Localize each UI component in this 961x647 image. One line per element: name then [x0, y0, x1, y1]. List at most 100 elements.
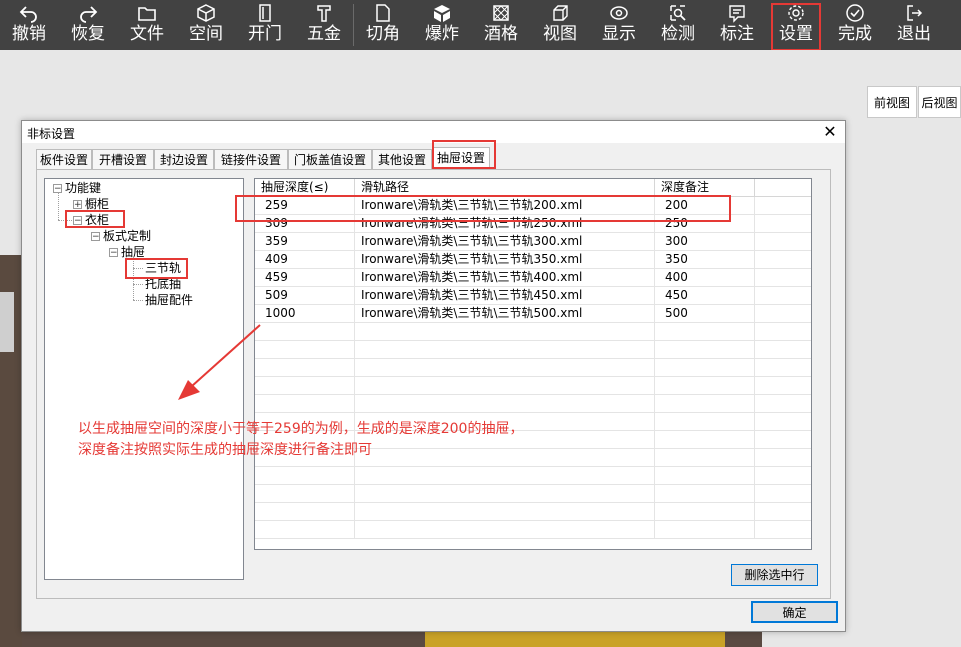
cell-rail-path[interactable] — [355, 521, 655, 539]
cell-depth-note[interactable] — [655, 449, 755, 467]
cell-rail-path[interactable] — [355, 485, 655, 503]
cell-rail-path[interactable]: Ironware\滑轨类\三节轨\三节轨500.xml — [355, 305, 655, 323]
tab-connector-settings[interactable]: 链接件设置 — [214, 149, 288, 169]
cell-rail-path[interactable] — [355, 503, 655, 521]
table-row[interactable] — [255, 341, 811, 359]
cell-rail-path[interactable] — [355, 359, 655, 377]
table-row[interactable]: 359 Ironware\滑轨类\三节轨\三节轨300.xml 300 — [255, 233, 811, 251]
annotation-arrow — [178, 324, 261, 400]
wine-grid-button[interactable]: 酒格 — [472, 0, 530, 50]
file-button[interactable]: 文件 — [118, 0, 176, 50]
cell-rail-path[interactable]: Ironware\滑轨类\三节轨\三节轨400.xml — [355, 269, 655, 287]
table-row[interactable] — [255, 395, 811, 413]
tree-node-drawer-accessories[interactable]: 抽屉配件 — [145, 292, 193, 308]
cell-depth-note[interactable] — [655, 413, 755, 431]
cell-rail-path[interactable] — [355, 377, 655, 395]
cell-rail-path[interactable]: Ironware\滑轨类\三节轨\三节轨450.xml — [355, 287, 655, 305]
display-button[interactable]: 显示 — [590, 0, 648, 50]
cell-depth-note[interactable] — [655, 323, 755, 341]
column-header-depth-note[interactable]: 深度备注 — [655, 179, 755, 196]
cell-depth-note[interactable] — [655, 485, 755, 503]
table-row[interactable] — [255, 521, 811, 539]
collapse-icon[interactable]: − — [91, 232, 100, 242]
cell-depth-note[interactable] — [655, 431, 755, 449]
cell-depth-note[interactable] — [655, 377, 755, 395]
cell-depth-note[interactable] — [655, 395, 755, 413]
annotate-button[interactable]: 标注 — [708, 0, 766, 50]
cell-depth[interactable]: 359 — [255, 233, 355, 251]
exit-button[interactable]: 退出 — [885, 0, 943, 50]
cell-depth[interactable] — [255, 485, 355, 503]
cell-depth[interactable] — [255, 503, 355, 521]
cell-depth-note[interactable] — [655, 341, 755, 359]
table-row[interactable]: 459 Ironware\滑轨类\三节轨\三节轨400.xml 400 — [255, 269, 811, 287]
table-row[interactable] — [255, 323, 811, 341]
cell-depth-note[interactable]: 400 — [655, 269, 755, 287]
table-row[interactable] — [255, 467, 811, 485]
cell-depth[interactable] — [255, 323, 355, 341]
ok-button[interactable]: 确定 — [751, 601, 838, 623]
tab-edge-settings[interactable]: 封边设置 — [154, 149, 214, 169]
tree-line — [58, 192, 59, 220]
table-row[interactable] — [255, 503, 811, 521]
tree-node-function-keys[interactable]: − 功能键 — [53, 180, 101, 196]
table-row[interactable] — [255, 359, 811, 377]
table-row[interactable]: 409 Ironware\滑轨类\三节轨\三节轨350.xml 350 — [255, 251, 811, 269]
column-header-rail-path[interactable]: 滑轨路径 — [355, 179, 655, 196]
cell-empty — [755, 197, 811, 215]
cell-depth-note[interactable]: 300 — [655, 233, 755, 251]
cell-rail-path[interactable] — [355, 395, 655, 413]
tree-node-panel-custom[interactable]: − 板式定制 — [91, 228, 151, 244]
cell-rail-path[interactable] — [355, 341, 655, 359]
expand-icon[interactable]: + — [73, 200, 82, 210]
open-door-button[interactable]: 开门 — [236, 0, 294, 50]
explode-button[interactable]: 爆炸 — [413, 0, 471, 50]
cell-depth[interactable] — [255, 395, 355, 413]
cell-rail-path[interactable] — [355, 467, 655, 485]
cell-depth-note[interactable] — [655, 503, 755, 521]
redo-button[interactable]: 恢复 — [59, 0, 117, 50]
tab-door-cover-settings[interactable]: 门板盖值设置 — [288, 149, 372, 169]
collapse-icon[interactable]: − — [109, 248, 118, 258]
cell-depth[interactable]: 459 — [255, 269, 355, 287]
view-button[interactable]: 视图 — [531, 0, 589, 50]
detect-button[interactable]: 检测 — [649, 0, 707, 50]
cell-rail-path[interactable]: Ironware\滑轨类\三节轨\三节轨300.xml — [355, 233, 655, 251]
front-view-tab[interactable]: 前视图 — [867, 86, 917, 118]
cell-depth[interactable]: 1000 — [255, 305, 355, 323]
delete-selected-row-button[interactable]: 删除选中行 — [731, 564, 818, 586]
cell-depth-note[interactable] — [655, 359, 755, 377]
cell-depth[interactable] — [255, 521, 355, 539]
column-header-depth[interactable]: 抽屉深度(≤) — [255, 179, 355, 196]
table-row[interactable]: 509 Ironware\滑轨类\三节轨\三节轨450.xml 450 — [255, 287, 811, 305]
undo-button[interactable]: 撤销 — [0, 0, 58, 50]
tab-groove-settings[interactable]: 开槽设置 — [92, 149, 154, 169]
tab-board-settings[interactable]: 板件设置 — [36, 149, 92, 169]
annotation-text: 以生成抽屉空间的深度小于等于259的为例，生成的是深度200的抽屉， 深度备注按… — [78, 419, 523, 461]
table-row[interactable] — [255, 377, 811, 395]
hardware-button[interactable]: 五金 — [295, 0, 353, 50]
cell-depth[interactable] — [255, 359, 355, 377]
cell-depth[interactable]: 409 — [255, 251, 355, 269]
back-view-tab[interactable]: 后视图 — [918, 86, 961, 118]
cell-depth[interactable] — [255, 467, 355, 485]
cell-depth-note[interactable]: 500 — [655, 305, 755, 323]
cell-depth[interactable] — [255, 377, 355, 395]
finish-button[interactable]: 完成 — [826, 0, 884, 50]
cell-depth-note[interactable] — [655, 521, 755, 539]
cell-depth-note[interactable]: 450 — [655, 287, 755, 305]
table-row[interactable] — [255, 485, 811, 503]
space-button[interactable]: 空间 — [177, 0, 235, 50]
close-icon[interactable]: ✕ — [821, 123, 839, 141]
table-row[interactable]: 1000 Ironware\滑轨类\三节轨\三节轨500.xml 500 — [255, 305, 811, 323]
drawer-rail-table[interactable]: 抽屉深度(≤) 滑轨路径 深度备注 259 Ironware\滑轨类\三节轨\三节… — [254, 178, 812, 550]
cell-rail-path[interactable] — [355, 323, 655, 341]
view-icon — [531, 3, 589, 23]
cell-depth[interactable] — [255, 341, 355, 359]
cell-depth-note[interactable]: 350 — [655, 251, 755, 269]
cell-depth-note[interactable] — [655, 467, 755, 485]
cut-corner-button[interactable]: 切角 — [354, 0, 412, 50]
cell-rail-path[interactable]: Ironware\滑轨类\三节轨\三节轨350.xml — [355, 251, 655, 269]
cell-depth[interactable]: 509 — [255, 287, 355, 305]
tab-other-settings[interactable]: 其他设置 — [372, 149, 432, 169]
